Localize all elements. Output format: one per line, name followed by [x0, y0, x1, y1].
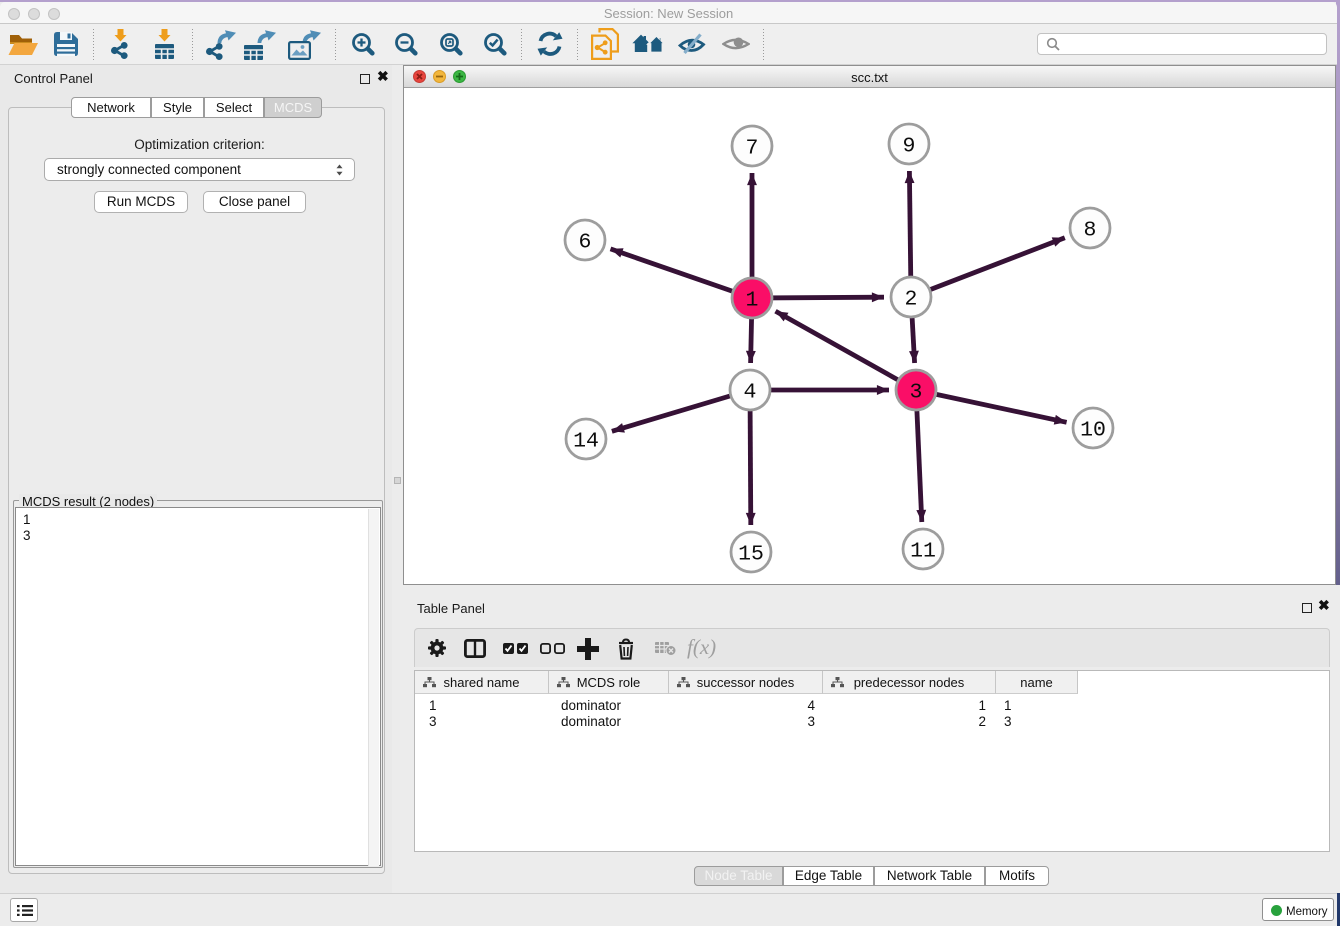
svg-text:8: 8	[1084, 219, 1097, 243]
svg-text:1: 1	[746, 289, 759, 313]
svg-text:2: 2	[905, 288, 918, 312]
svg-text:11: 11	[910, 540, 936, 564]
svg-text:9: 9	[903, 135, 916, 159]
svg-text:6: 6	[579, 231, 592, 255]
svg-text:7: 7	[746, 137, 759, 161]
svg-text:15: 15	[738, 543, 764, 567]
svg-text:10: 10	[1080, 419, 1106, 443]
svg-text:14: 14	[573, 430, 599, 454]
svg-text:3: 3	[910, 381, 923, 405]
svg-text:4: 4	[744, 381, 757, 405]
